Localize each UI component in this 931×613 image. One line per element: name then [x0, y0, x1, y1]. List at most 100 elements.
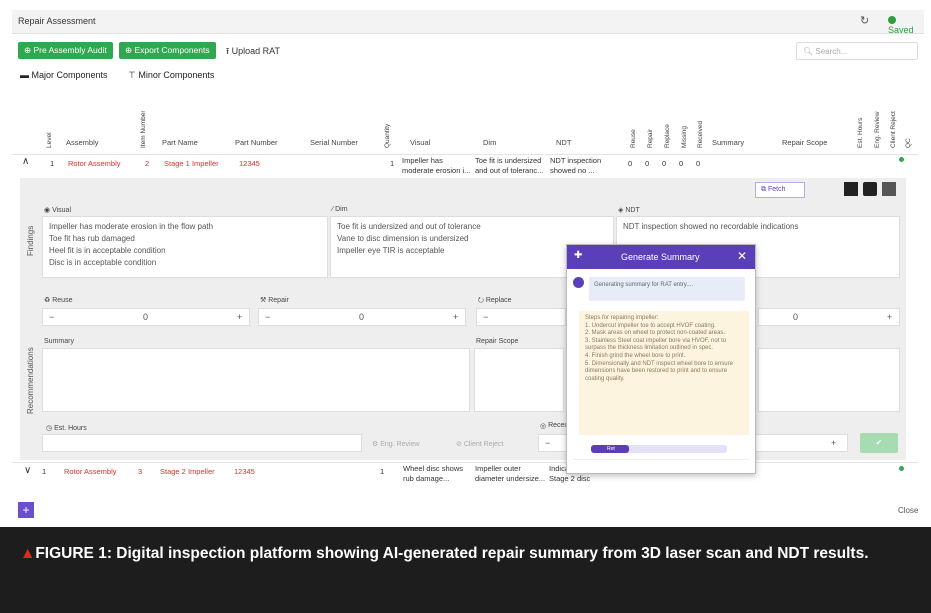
image-icon[interactable]	[882, 182, 896, 196]
col-repair-scope[interactable]: Repair Scope	[782, 138, 827, 147]
visual-line: Heel fit is in acceptable condition	[49, 246, 166, 255]
replace-label-text: Replace	[485, 297, 512, 304]
upload-rat-label: Upload RAT	[231, 46, 281, 56]
col-received: Received	[697, 120, 704, 148]
col-part-name[interactable]: Part Name	[162, 138, 198, 147]
tab-major-components[interactable]: ▬ Major Components	[20, 70, 108, 80]
visual-line: Disc is in acceptable condition	[49, 258, 157, 267]
expanded-detail-panel: ⧉ Fetch Findings ◉ Visual Impeller has m…	[20, 178, 906, 460]
est-hours-input[interactable]	[42, 434, 362, 452]
row-visual: Impeller has moderate erosion i...	[402, 156, 471, 175]
row-assembly[interactable]: Rotor Assembly	[68, 159, 121, 169]
table-row[interactable]: ∨ 1 Rotor Assembly 3 Stage 2 Impeller 12…	[12, 462, 918, 484]
expand-chevron-icon[interactable]: ∨	[24, 466, 31, 476]
row-dim: Toe fit is undersized and out of toleran…	[475, 156, 544, 175]
title-bar: Repair Assessment ↻ Saved	[12, 10, 924, 35]
repair-plus[interactable]: +	[453, 312, 458, 322]
row-item-number[interactable]: 3	[138, 467, 142, 477]
row-missing-count: 0	[679, 159, 684, 168]
refresh-icon[interactable]: ↻	[860, 14, 869, 27]
client-reject-button[interactable]: ⊘ Client Reject	[456, 440, 504, 448]
row-quantity: 1	[380, 467, 385, 476]
repair-scope-extended-area[interactable]	[758, 348, 900, 412]
col-visual[interactable]: Visual	[410, 138, 430, 147]
generate-summary-dialog: ✚ Generate Summary ✕ Generating summary …	[566, 244, 756, 474]
row-part-number[interactable]: 12345	[239, 159, 260, 169]
col-ndt[interactable]: NDT	[556, 138, 571, 147]
triangle-icon: ▲	[20, 545, 36, 562]
close-icon[interactable]: ✕	[737, 249, 747, 263]
visual-label: ◉ Visual	[44, 207, 72, 214]
col-part-number[interactable]: Part Number	[235, 138, 278, 147]
col-reuse: Reuse	[630, 129, 637, 148]
fetch-button[interactable]: ⧉ Fetch	[755, 182, 805, 198]
row-level: 1	[50, 159, 55, 168]
row-visual: Wheel disc shows rub damage...	[403, 464, 464, 483]
col-missing: Missing	[681, 125, 688, 148]
close-button[interactable]: Close	[898, 506, 918, 515]
summary-textarea[interactable]	[42, 348, 470, 412]
ok-button[interactable]: ✔	[860, 433, 898, 453]
row-assembly[interactable]: Rotor Assembly	[64, 467, 117, 477]
row-ndt: NDT inspection showed no ...	[550, 156, 602, 175]
row-item-number[interactable]: 2	[145, 159, 149, 169]
eng-review-label: Eng. Review	[380, 441, 420, 448]
est-hours-label: ◷ Est. Hours	[46, 425, 87, 432]
check-icon	[888, 16, 896, 24]
visual-findings-textarea[interactable]: Impeller has moderate erosion in the flo…	[42, 216, 328, 278]
saved-status: Saved	[888, 15, 924, 35]
row-part-name[interactable]: Stage 1 Impeller	[164, 159, 219, 169]
reuse-stepper[interactable]: − 0 +	[42, 308, 250, 326]
row-part-number[interactable]: 12345	[234, 467, 255, 477]
repair-value: 0	[359, 312, 365, 322]
reuse-minus[interactable]: −	[49, 312, 54, 322]
ndt-label: ◈ NDT	[618, 207, 640, 214]
received-plus[interactable]: +	[887, 312, 892, 322]
received-value: 0	[793, 312, 799, 322]
dialog-header: ✚ Generate Summary ✕	[567, 245, 755, 269]
col-serial-number[interactable]: Serial Number	[310, 138, 358, 147]
table-row[interactable]: ∧ 1 Rotor Assembly 2 Stage 1 Impeller 12…	[12, 154, 918, 178]
col-assembly[interactable]: Assembly	[66, 138, 99, 147]
repair-steps-text: Steps for repairing impeller: 1. Undercu…	[579, 311, 749, 435]
visual-label-text: Visual	[52, 207, 72, 214]
replace-minus[interactable]: −	[483, 312, 488, 322]
camera-icon[interactable]	[863, 182, 877, 196]
eng-review-button[interactable]: ⚙ Eng. Review	[372, 440, 420, 448]
folder-icon[interactable]	[844, 182, 858, 196]
tab-minor-components[interactable]: ⊤ Minor Components	[128, 70, 214, 81]
col-summary[interactable]: Summary	[712, 138, 744, 147]
collapse-chevron-icon[interactable]: ∧	[22, 157, 29, 167]
pre-assembly-audit-button[interactable]: ⊕ Pre Assembly Audit	[18, 42, 113, 59]
findings-section-label: Findings	[26, 225, 35, 256]
reuse-plus[interactable]: +	[237, 312, 242, 322]
figure-caption: ▲FIGURE 1: Digital inspection platform s…	[0, 527, 931, 613]
upload-rat-button[interactable]: ⭱ Upload RAT	[226, 44, 280, 60]
repair-minus[interactable]: −	[265, 312, 270, 322]
row-reuse-count: 0	[628, 159, 633, 168]
col-eng-review: Eng. Review	[874, 111, 881, 149]
chat-input[interactable]	[573, 459, 749, 469]
col-est-hours: Est. Hours	[857, 117, 864, 148]
col-quantity: Quantity	[384, 123, 391, 148]
received-bottom-plus[interactable]: +	[831, 438, 836, 448]
replace-stepper[interactable]: −0	[476, 308, 566, 326]
add-row-button[interactable]: +	[18, 502, 34, 518]
repair-assessment-app: Repair Assessment ↻ Saved ⊕ Pre Assembly…	[0, 0, 931, 527]
row-level: 1	[42, 467, 47, 476]
repair-scope-textarea[interactable]	[474, 348, 564, 412]
drag-handle-icon[interactable]: ✚	[574, 250, 582, 261]
recommendations-section-label: Recommendations	[26, 347, 35, 414]
repair-stepper[interactable]: − 0 +	[258, 308, 466, 326]
col-dim[interactable]: Dim	[483, 138, 496, 147]
row-part-name[interactable]: Stage 2 Impeller	[160, 467, 215, 477]
search-input[interactable]: 🔍︎ Search...	[796, 42, 918, 60]
received-stepper[interactable]: 0 +	[758, 308, 900, 326]
search-placeholder: Search...	[815, 47, 848, 56]
progress-label: Ret	[607, 446, 615, 452]
qc-status-dot	[899, 157, 904, 162]
summary-label: Summary	[44, 338, 74, 345]
export-components-label: Export Components	[134, 45, 210, 55]
export-components-button[interactable]: ⊕ Export Components	[119, 42, 216, 59]
received-bottom-minus[interactable]: −	[545, 438, 550, 448]
